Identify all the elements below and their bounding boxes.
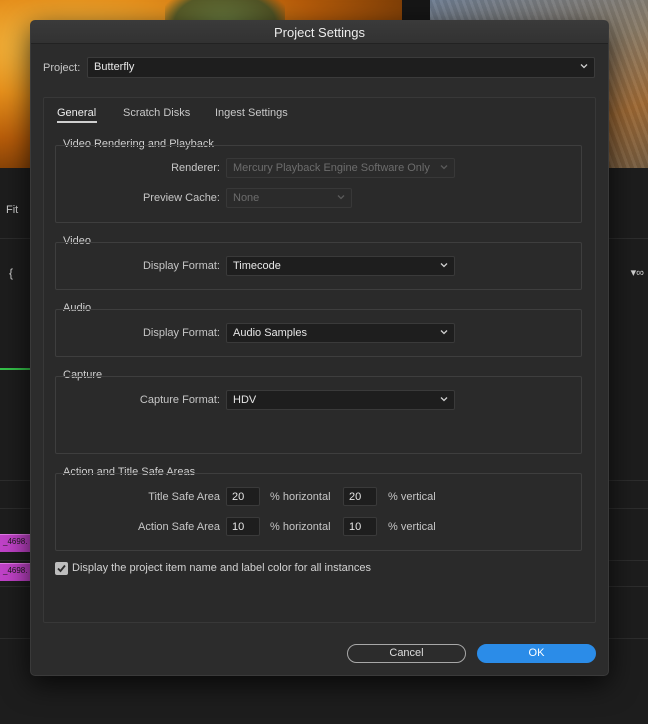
tab-scratch-disks[interactable]: Scratch Disks [123, 107, 190, 119]
title-safe-horizontal-input[interactable]: 20 [226, 487, 260, 506]
chevron-down-icon [337, 195, 345, 200]
renderer-select: Mercury Playback Engine Software Only [226, 158, 455, 178]
tab-ingest-settings[interactable]: Ingest Settings [215, 107, 288, 119]
timeline-clip[interactable]: _4698. [0, 534, 30, 552]
video-display-format-value: Timecode [233, 260, 281, 272]
action-safe-vertical-input[interactable]: 10 [343, 517, 377, 536]
display-item-name-label: Display the project item name and label … [72, 562, 371, 574]
capture-format-label: Capture Format: [139, 394, 220, 406]
video-display-format-label: Display Format: [142, 260, 220, 272]
action-safe-vertical-unit: % vertical [388, 521, 436, 533]
capture-group [55, 376, 582, 454]
title-safe-vertical-unit: % vertical [388, 491, 436, 503]
dialog-title: Project Settings [31, 21, 608, 44]
video-display-format-select[interactable]: Timecode [226, 256, 455, 276]
chevron-down-icon [440, 165, 448, 170]
preview-cache-select: None [226, 188, 352, 208]
action-safe-label: Action Safe Area [138, 521, 220, 533]
renderer-select-value: Mercury Playback Engine Software Only [233, 162, 430, 174]
chevron-down-icon [440, 397, 448, 402]
audio-display-format-select[interactable]: Audio Samples [226, 323, 455, 343]
audio-meter-bar [0, 368, 30, 370]
chevron-down-icon [440, 263, 448, 268]
checkmark-icon [57, 564, 66, 573]
action-safe-horizontal-unit: % horizontal [270, 521, 331, 533]
title-safe-vertical-input[interactable]: 20 [343, 487, 377, 506]
renderer-label: Renderer: [171, 162, 220, 174]
project-select[interactable]: Butterfly [87, 57, 595, 78]
safe-areas-group [55, 473, 582, 551]
cancel-button[interactable]: Cancel [347, 644, 466, 663]
ok-button[interactable]: OK [477, 644, 596, 663]
settings-wrench-icon[interactable]: ▾∞ [631, 266, 644, 279]
timeline-clip[interactable]: _4698. [0, 563, 30, 581]
audio-display-format-value: Audio Samples [233, 327, 307, 339]
active-tab-indicator [57, 121, 97, 123]
project-select-value: Butterfly [94, 61, 135, 73]
project-settings-dialog: Project Settings Project: Butterfly Gene… [30, 20, 609, 676]
fit-zoom-dropdown[interactable]: Fit [6, 204, 18, 216]
tab-general[interactable]: General [57, 107, 96, 119]
title-safe-label: Title Safe Area [148, 491, 220, 503]
chevron-down-icon [580, 64, 588, 69]
preview-cache-label: Preview Cache: [142, 192, 220, 204]
capture-format-select[interactable]: HDV [226, 390, 455, 410]
capture-format-value: HDV [233, 394, 257, 406]
action-safe-horizontal-input[interactable]: 10 [226, 517, 260, 536]
project-label: Project: [43, 62, 81, 74]
timeline-marker-icon: { [9, 266, 14, 280]
video-rendering-group [55, 145, 582, 223]
display-item-name-checkbox[interactable] [55, 562, 68, 575]
title-safe-horizontal-unit: % horizontal [270, 491, 331, 503]
chevron-down-icon [440, 330, 448, 335]
audio-display-format-label: Display Format: [142, 327, 220, 339]
preview-cache-select-value: None [233, 192, 260, 204]
